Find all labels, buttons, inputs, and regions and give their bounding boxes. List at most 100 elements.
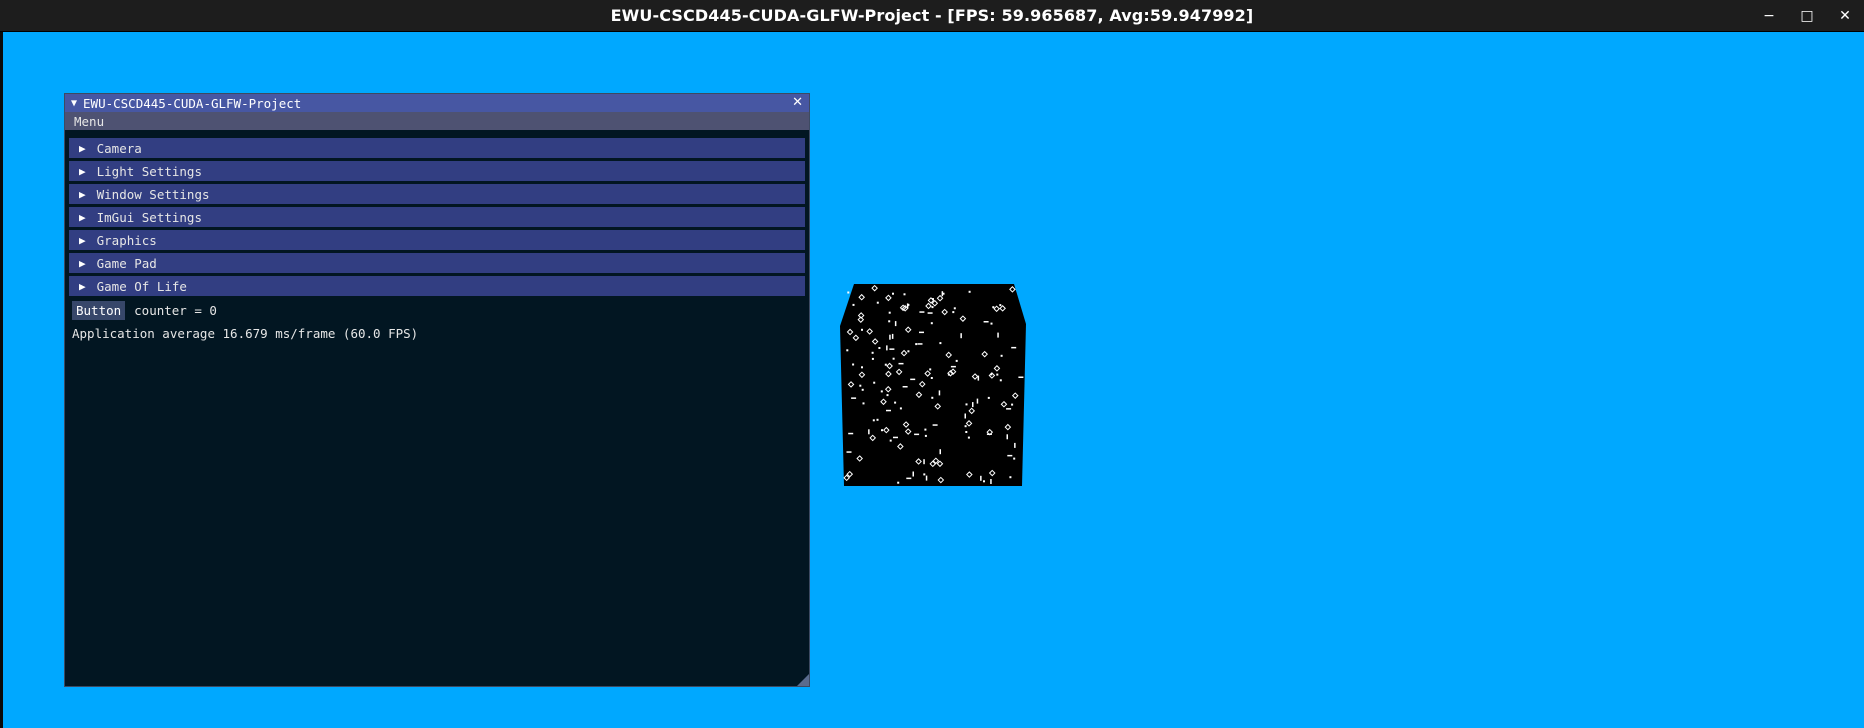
cell-blinker <box>939 449 941 455</box>
cell-dot <box>862 402 865 405</box>
cell-blinker <box>886 345 888 351</box>
cell-dot <box>999 304 1002 307</box>
cell-blinker <box>886 409 891 412</box>
header-game-pad[interactable]: ▶ Game Pad <box>69 253 805 273</box>
performance-text: Application average 16.679 ms/frame (60.… <box>72 326 419 341</box>
cell-blinker <box>868 429 870 435</box>
cell-dot <box>939 342 942 345</box>
cell-blinker <box>902 386 908 388</box>
expand-arrow-icon: ▶ <box>79 279 86 293</box>
cell-dot <box>886 394 889 397</box>
cell-dot <box>968 290 971 293</box>
header-camera[interactable]: ▶ Camera <box>69 138 805 158</box>
header-imgui-settings[interactable]: ▶ ImGui Settings <box>69 207 805 227</box>
minimize-button[interactable]: − <box>1750 0 1788 32</box>
cell-dot <box>876 418 879 421</box>
imgui-title-bar[interactable]: ▼ EWU-CSCD445-CUDA-GLFW-Project ✕ <box>65 94 809 112</box>
header-label: Graphics <box>96 232 157 248</box>
cell-dot <box>992 306 995 309</box>
cell-dot <box>859 384 862 387</box>
cell-blinker <box>950 365 956 368</box>
cell-dot <box>965 431 968 433</box>
cell-blinker <box>1018 376 1024 378</box>
cell-dot <box>852 303 855 306</box>
expand-arrow-icon: ▶ <box>79 233 86 247</box>
cell-dot <box>892 292 894 295</box>
cell-dot <box>897 481 900 484</box>
menu-item[interactable]: Menu <box>74 114 104 129</box>
cell-blinker <box>925 475 928 481</box>
cell-blinker <box>980 475 982 481</box>
cell-blinker <box>1011 346 1017 349</box>
cell-blinker <box>893 436 898 439</box>
header-label: Game Of Life <box>96 278 187 294</box>
cube-front-face <box>840 284 1026 486</box>
cell-blinker <box>932 424 938 426</box>
header-graphics[interactable]: ▶ Graphics <box>69 230 805 250</box>
cell-dot <box>876 301 879 304</box>
header-label: Camera <box>96 140 142 156</box>
cell-blinker <box>919 331 924 334</box>
imgui-close-icon[interactable]: ✕ <box>792 94 803 112</box>
counter-text: counter = 0 <box>134 303 217 318</box>
os-window-title: EWU-CSCD445-CUDA-GLFW-Project - [FPS: 59… <box>610 6 1254 25</box>
cell-blinker <box>846 451 852 453</box>
cell-dot <box>871 351 874 354</box>
header-light-settings[interactable]: ▶ Light Settings <box>69 161 805 181</box>
cell-dot <box>983 480 985 483</box>
collapse-arrow-icon[interactable]: ▼ <box>71 98 77 109</box>
cell-dot <box>965 403 968 406</box>
cell-dot <box>894 401 897 404</box>
cell-blinker <box>990 479 992 484</box>
cell-dot <box>952 311 955 314</box>
game-of-life-cube <box>840 284 1026 486</box>
header-window-settings[interactable]: ▶ Window Settings <box>69 184 805 204</box>
cell-dot <box>871 357 874 360</box>
expand-arrow-icon: ▶ <box>79 164 86 178</box>
cell-dot <box>999 379 1002 382</box>
cell-dot <box>861 328 863 331</box>
window-edge <box>0 32 3 728</box>
imgui-menu-bar: Menu <box>65 112 809 130</box>
cell-dot <box>1011 403 1014 406</box>
os-title-bar: EWU-CSCD445-CUDA-GLFW-Project - [FPS: 59… <box>0 0 1864 32</box>
cell-blinker <box>851 397 857 399</box>
cell-blinker <box>960 333 962 339</box>
cell-blinker <box>938 390 941 396</box>
cell-blinker <box>914 433 920 436</box>
cell-blinker <box>889 348 895 350</box>
header-label: Window Settings <box>96 186 210 202</box>
cell-dot <box>907 350 910 353</box>
imgui-window[interactable]: ▼ EWU-CSCD445-CUDA-GLFW-Project ✕ Menu ▶… <box>64 93 810 687</box>
cell-dot <box>990 322 993 325</box>
imgui-content: ▶ Camera ▶ Light Settings ▶ Window Setti… <box>65 130 809 341</box>
cell-blinker <box>1007 454 1013 457</box>
cell-blinker <box>941 291 944 297</box>
cell-blinker <box>912 471 914 477</box>
cell-dot <box>924 428 927 431</box>
cell-blinker <box>917 343 923 345</box>
cell-dot <box>873 381 876 384</box>
cell-dot <box>915 343 918 346</box>
cell-dot <box>964 425 967 428</box>
os-window-controls: − □ ✕ <box>1750 0 1864 32</box>
cell-dot <box>923 473 926 476</box>
cell-dot <box>861 366 863 369</box>
counter-button[interactable]: Button <box>72 301 126 320</box>
cell-dot <box>899 407 902 410</box>
header-game-of-life[interactable]: ▶ Game Of Life <box>69 276 805 296</box>
cell-dot <box>931 306 934 309</box>
expand-arrow-icon: ▶ <box>79 210 86 224</box>
cell-dot <box>1013 457 1016 460</box>
cell-dot <box>929 368 932 371</box>
close-button[interactable]: ✕ <box>1826 0 1864 32</box>
cell-dot <box>888 311 891 314</box>
cell-dot <box>847 291 850 294</box>
maximize-button[interactable]: □ <box>1788 0 1826 32</box>
resize-grip[interactable] <box>797 674 809 686</box>
cell-dot <box>907 303 910 306</box>
cell-blinker <box>1014 442 1016 448</box>
cell-dot <box>955 359 958 362</box>
cell-dot <box>888 320 891 323</box>
cell-dot <box>1000 354 1003 357</box>
